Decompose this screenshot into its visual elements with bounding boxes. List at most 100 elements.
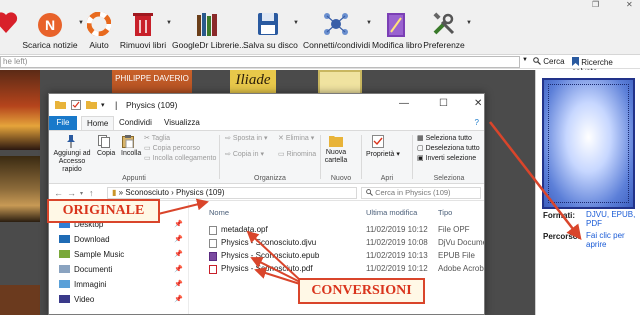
nav-item-documenti[interactable]: Documenti 📌 [59, 263, 187, 276]
copia-in-button[interactable]: ⇨ Copia in ▾ [225, 150, 264, 158]
ribbon-separator [219, 135, 220, 179]
toolbar-salva-su-disco-button[interactable]: Salva su disco [243, 12, 298, 54]
file-icon [209, 226, 217, 235]
group-seleziona: Seleziona [433, 175, 465, 182]
properties-quick-icon[interactable] [71, 100, 81, 112]
elimina-button[interactable]: ✕ Elimina ▾ [278, 134, 314, 142]
toolbar-heart-button[interactable] [0, 12, 20, 54]
pin-icon[interactable]: 📌 [174, 248, 183, 261]
close-icon[interactable]: ✕ [474, 98, 482, 109]
copy-path-icon: ▭ [144, 145, 153, 152]
taglia-button[interactable]: ✂ Taglia [144, 134, 170, 142]
seleziona-tutto-button[interactable]: ▦ Seleziona tutto [417, 134, 472, 142]
nav-item-immagini[interactable]: Immagini 📌 [59, 278, 187, 291]
help-icon[interactable]: ? [475, 118, 479, 127]
aggiungi-accesso-rapido-button[interactable]: Aggiungi ad Accesso rapido [52, 150, 92, 174]
column-header-name[interactable]: Nome [209, 208, 229, 217]
file-row[interactable]: Physics - Sconosciuto.pdf 11/02/2019 10:… [191, 263, 484, 275]
tab-home[interactable]: Home [81, 116, 115, 130]
file-name: metadata.opf [221, 225, 268, 234]
breadcrumb-parent[interactable]: Sconosciuto [125, 188, 169, 197]
group-appunti: Appunti [122, 175, 146, 182]
paste-icon [122, 135, 134, 148]
toolbar-aiuto-button[interactable]: Aiuto [84, 12, 114, 54]
tab-condividi[interactable]: Condividi [114, 116, 157, 130]
breadcrumb-current[interactable]: Physics (109) [176, 188, 224, 197]
file-name: Physics - Sconosciuto.epub [221, 251, 320, 260]
restore-window-icon[interactable]: ❐ [592, 0, 599, 10]
sposta-in-button[interactable]: ⇨ Sposta in ▾ [225, 134, 267, 142]
maximize-icon[interactable]: ☐ [439, 98, 448, 109]
forward-arrow-icon[interactable]: → [67, 188, 76, 198]
file-name: Physics - Sconosciuto.djvu [221, 238, 317, 247]
up-arrow-icon[interactable]: ↑ [89, 188, 94, 198]
percorso-link[interactable]: Fai clic per aprire [586, 231, 638, 249]
chevron-down-icon[interactable]: ▼ [293, 20, 299, 26]
floppy-disk-icon [258, 13, 278, 35]
selected-book-cover[interactable] [542, 78, 635, 209]
pin-icon[interactable]: 📌 [174, 218, 183, 231]
rinomina-button[interactable]: ▭ Rinomina [278, 150, 316, 158]
chevron-down-icon[interactable]: ▼ [466, 20, 472, 26]
pictures-icon [59, 280, 70, 288]
toolbar-rimuovi-libri-button[interactable]: Rimuovi libri [118, 12, 168, 54]
svg-text:N: N [45, 17, 55, 33]
toolbar-scarica-notizie-button[interactable]: N Scarica notizie [22, 12, 78, 54]
book-cover[interactable] [0, 156, 40, 222]
copia-percorso-button[interactable]: ▭ Copia percorso [144, 144, 200, 152]
copia-button[interactable]: Copia [97, 150, 115, 157]
toolbar-connetti-condividi-button[interactable]: Connetti/condividi [303, 12, 370, 54]
proprieta-button[interactable]: Proprietà ▾ [366, 150, 400, 158]
nav-item-sample-music[interactable]: Sample Music 📌 [59, 248, 187, 261]
nav-item-video[interactable]: Video 📌 [59, 293, 187, 306]
incolla-button[interactable]: Incolla [121, 150, 141, 157]
minimize-icon[interactable]: — [399, 98, 409, 109]
documents-icon [59, 265, 70, 273]
move-to-icon: ⇨ [225, 135, 233, 142]
toolbar-librerie-button[interactable]: GoogleDr Librerie... [172, 12, 246, 54]
tab-visualizza[interactable]: Visualizza [159, 116, 205, 130]
group-apri: Apri [380, 175, 394, 182]
file-row[interactable]: metadata.opf 11/02/2019 10:12 File OPF [191, 224, 484, 236]
tab-file[interactable]: File [49, 116, 77, 130]
toolbar-label: Salva su disco [243, 40, 298, 50]
nuova-cartella-button[interactable]: Nuova cartella [321, 149, 351, 165]
file-date: 11/02/2019 10:12 [366, 264, 428, 273]
toolbar-preferenze-button[interactable]: Preferenze [423, 12, 465, 54]
column-header-modified[interactable]: Ultima modifica [366, 208, 417, 217]
column-header-type[interactable]: Tipo [438, 208, 452, 217]
formati-value[interactable]: DJVU, EPUB, PDF [586, 210, 638, 228]
pin-icon[interactable]: 📌 [174, 233, 183, 246]
book-details-panel: Formati: DJVU, EPUB, PDF Percorso: Fai c… [535, 70, 640, 315]
customize-quick-access-icon[interactable]: ▾ [101, 101, 105, 109]
recent-locations-icon[interactable]: ▾ [80, 190, 83, 197]
close-window-icon[interactable]: ✕ [626, 0, 633, 10]
inverti-selezione-button[interactable]: ▣ Inverti selezione [417, 154, 476, 162]
search-row: he left) ▼ Cerca Ricerche salvate [0, 55, 640, 76]
chevron-down-icon[interactable]: ▼ [522, 57, 528, 63]
pin-icon[interactable]: 📌 [174, 293, 183, 306]
news-download-icon: N [38, 13, 62, 37]
file-icon [209, 239, 217, 248]
callout-conversioni: CONVERSIONI [298, 278, 425, 304]
incolla-collegamento-button[interactable]: ▭ Incolla collegamento [144, 154, 216, 162]
book-cover[interactable] [0, 285, 40, 315]
book-cover[interactable] [0, 70, 40, 150]
file-row[interactable]: Physics - Sconosciuto.epub 11/02/2019 10… [191, 250, 484, 262]
pin-icon[interactable]: 📌 [174, 278, 183, 291]
cover-title: PHILIPPE DAVERIO [115, 74, 189, 83]
breadcrumb[interactable]: ▮ » Sconosciuto › Physics (109) [107, 187, 357, 199]
file-date: 11/02/2019 10:12 [366, 225, 428, 234]
toolbar-modifica-libro-button[interactable]: Modifica libro [372, 12, 422, 54]
back-arrow-icon[interactable]: ← [54, 188, 63, 198]
pin-icon[interactable]: 📌 [174, 263, 183, 276]
explorer-search-input[interactable]: Cerca in Physics (109) [361, 187, 481, 199]
deseleziona-tutto-button[interactable]: ▢ Deseleziona tutto [417, 144, 480, 152]
file-row[interactable]: Physics - Sconosciuto.djvu 11/02/2019 10… [191, 237, 484, 249]
music-folder-icon [59, 250, 70, 258]
trash-icon [133, 13, 153, 36]
nav-item-download[interactable]: Download 📌 [59, 233, 187, 246]
new-folder-quick-icon[interactable] [86, 100, 97, 111]
cerca-button[interactable]: Cerca [533, 57, 565, 66]
library-search-input[interactable]: he left) [0, 56, 520, 68]
